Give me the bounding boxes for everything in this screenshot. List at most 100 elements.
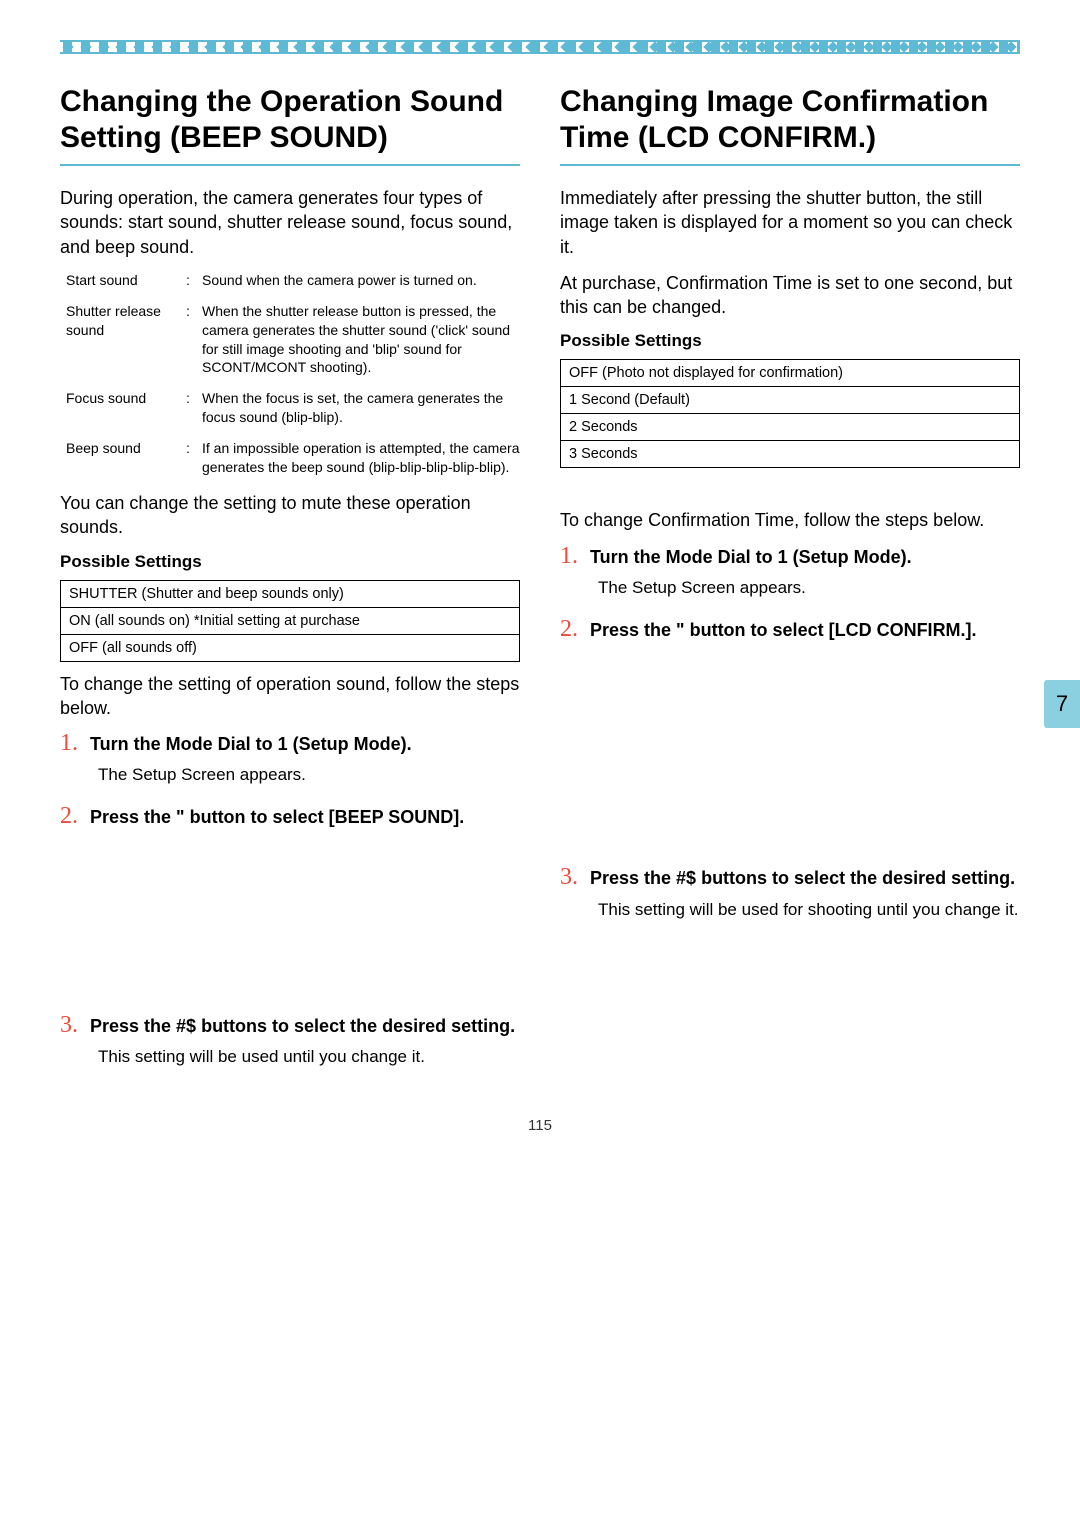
diamond-icon — [917, 41, 928, 52]
step-number: 3. — [60, 1012, 78, 1039]
diamond-icon — [934, 41, 945, 52]
settings-cell: 2 Seconds — [561, 414, 1020, 441]
diamond-icon — [614, 41, 625, 52]
section-title-right: Changing Image Confirmation Time (LCD CO… — [560, 84, 1020, 156]
step-item: 3. Press the #$ buttons to select the de… — [560, 866, 1020, 921]
def-desc: If an impossible operation is attempted,… — [202, 439, 520, 477]
diamond-icon — [347, 41, 358, 52]
def-colon: : — [186, 271, 202, 290]
steps-list-left-cont: 3. Press the #$ buttons to select the de… — [60, 1014, 520, 1069]
def-colon: : — [186, 302, 202, 378]
diamond-icon — [667, 41, 678, 52]
diamond-icon — [543, 41, 554, 52]
steps-list-right-cont: 3. Press the #$ buttons to select the de… — [560, 866, 1020, 921]
diamond-icon — [365, 41, 376, 52]
def-term: Shutter release sound — [66, 302, 186, 378]
diamond-icon — [294, 41, 305, 52]
diamond-icon — [472, 41, 483, 52]
step-title: Turn the Mode Dial to 1 (Setup Mode). — [90, 732, 520, 756]
diamond-icon — [223, 41, 234, 52]
diamond-icon — [258, 41, 269, 52]
chapter-tab: 7 — [1044, 680, 1080, 728]
steps-list-left: 1. Turn the Mode Dial to 1 (Setup Mode).… — [60, 732, 520, 830]
diamond-icon — [739, 41, 750, 52]
settings-cell: OFF (Photo not displayed for confirmatio… — [561, 360, 1020, 387]
step-item: 2. Press the " button to select [LCD CON… — [560, 618, 1020, 642]
step-item: 1. Turn the Mode Dial to 1 (Setup Mode).… — [560, 545, 1020, 600]
possible-settings-heading: Possible Settings — [560, 331, 1020, 351]
diamond-icon — [205, 41, 216, 52]
diamond-icon — [436, 41, 447, 52]
diamond-icon — [703, 41, 714, 52]
diamond-icon — [454, 41, 465, 52]
diamond-icon — [578, 41, 589, 52]
def-term: Beep sound — [66, 439, 186, 477]
diamond-icon — [98, 41, 109, 52]
after-defs-text: You can change the setting to mute these… — [60, 491, 520, 540]
def-colon: : — [186, 389, 202, 427]
def-term: Start sound — [66, 271, 186, 290]
step-number: 2. — [60, 803, 78, 830]
settings-cell: ON (all sounds on) *Initial setting at p… — [61, 607, 520, 634]
step-item: 1. Turn the Mode Dial to 1 (Setup Mode).… — [60, 732, 520, 787]
def-desc: When the shutter release button is press… — [202, 302, 520, 378]
diamond-icon — [507, 41, 518, 52]
settings-cell: OFF (all sounds off) — [61, 634, 520, 661]
diamond-icon — [116, 41, 127, 52]
diamond-icon — [632, 41, 643, 52]
diamond-icon — [899, 41, 910, 52]
section-title-left: Changing the Operation Sound Setting (BE… — [60, 84, 520, 156]
diamond-icon — [774, 41, 785, 52]
settings-table-right: OFF (Photo not displayed for confirmatio… — [560, 359, 1020, 468]
title-underline — [60, 164, 520, 166]
step-number: 2. — [560, 616, 578, 643]
diamond-icon — [1006, 41, 1017, 52]
diamond-icon — [151, 41, 162, 52]
after-settings-text: To change the setting of operation sound… — [60, 672, 520, 721]
diamond-icon — [489, 41, 500, 52]
diamond-icon — [863, 41, 874, 52]
steps-list-right: 1. Turn the Mode Dial to 1 (Setup Mode).… — [560, 545, 1020, 643]
diamond-icon — [881, 41, 892, 52]
diamond-icon — [792, 41, 803, 52]
def-row: Start sound : Sound when the camera powe… — [66, 271, 520, 290]
step-item: 3. Press the #$ buttons to select the de… — [60, 1014, 520, 1069]
diamond-icon — [561, 41, 572, 52]
step-title: Turn the Mode Dial to 1 (Setup Mode). — [590, 545, 1020, 569]
intro-text: At purchase, Confirmation Time is set to… — [560, 271, 1020, 320]
def-row: Shutter release sound : When the shutter… — [66, 302, 520, 378]
right-column: Changing Image Confirmation Time (LCD CO… — [560, 84, 1020, 1087]
diamond-icon — [80, 41, 91, 52]
step-desc: The Setup Screen appears. — [98, 764, 520, 787]
step-desc: This setting will be used until you chan… — [98, 1046, 520, 1069]
sound-definitions: Start sound : Sound when the camera powe… — [66, 271, 520, 477]
diamond-icon — [418, 41, 429, 52]
step-number: 1. — [560, 543, 578, 570]
step-item: 2. Press the " button to select [BEEP SO… — [60, 805, 520, 829]
step-number: 3. — [560, 864, 578, 891]
page-number: 115 — [60, 1117, 1020, 1134]
step-number: 1. — [60, 730, 78, 757]
step-title: Press the " button to select [BEEP SOUND… — [90, 805, 520, 829]
step-title: Press the " button to select [LCD CONFIR… — [590, 618, 1020, 642]
def-term: Focus sound — [66, 389, 186, 427]
title-underline — [560, 164, 1020, 166]
intro-text: Immediately after pressing the shutter b… — [560, 186, 1020, 259]
possible-settings-heading: Possible Settings — [60, 552, 520, 572]
diamond-icon — [276, 41, 287, 52]
diamond-icon — [383, 41, 394, 52]
step-title: Press the #$ buttons to select the desir… — [590, 866, 1020, 890]
diamond-icon — [134, 41, 145, 52]
decorative-border — [60, 40, 1020, 54]
left-column: Changing the Operation Sound Setting (BE… — [60, 84, 520, 1087]
def-row: Focus sound : When the focus is set, the… — [66, 389, 520, 427]
diamond-icon — [187, 41, 198, 52]
diamond-icon — [311, 41, 322, 52]
def-colon: : — [186, 439, 202, 477]
intro-text: During operation, the camera generates f… — [60, 186, 520, 259]
diamond-icon — [169, 41, 180, 52]
diamond-icon — [400, 41, 411, 52]
def-row: Beep sound : If an impossible operation … — [66, 439, 520, 477]
diamond-icon — [970, 41, 981, 52]
def-desc: When the focus is set, the camera genera… — [202, 389, 520, 427]
